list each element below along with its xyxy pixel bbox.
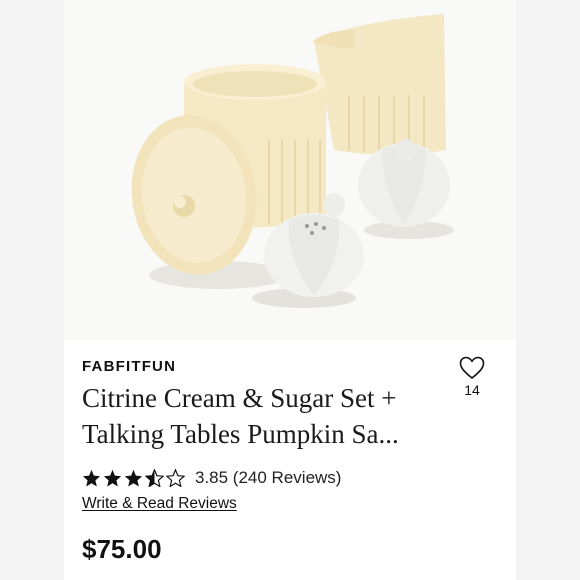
rating-row: 3.85 (240 Reviews) <box>82 468 341 488</box>
star-full-icon <box>124 469 143 487</box>
product-photo-illustration <box>131 14 454 308</box>
rating-stars <box>82 469 187 487</box>
favorite-button[interactable] <box>459 356 485 385</box>
star-half-icon <box>145 469 164 487</box>
rating-summary: 3.85 (240 Reviews) <box>195 468 342 487</box>
favorite-count: 14 <box>464 382 480 398</box>
star-empty-icon <box>166 469 185 487</box>
brand-name[interactable]: FABFITFUN <box>82 358 176 375</box>
product-price: $75.00 <box>82 534 162 564</box>
heart-outline-icon <box>459 356 485 380</box>
product-title[interactable]: Citrine Cream & Sugar Set + Talking Tabl… <box>82 380 452 452</box>
write-read-reviews-link[interactable]: Write & Read Reviews <box>82 495 237 513</box>
star-full-icon <box>103 469 122 487</box>
star-full-icon <box>82 469 101 487</box>
product-image[interactable] <box>64 0 516 340</box>
